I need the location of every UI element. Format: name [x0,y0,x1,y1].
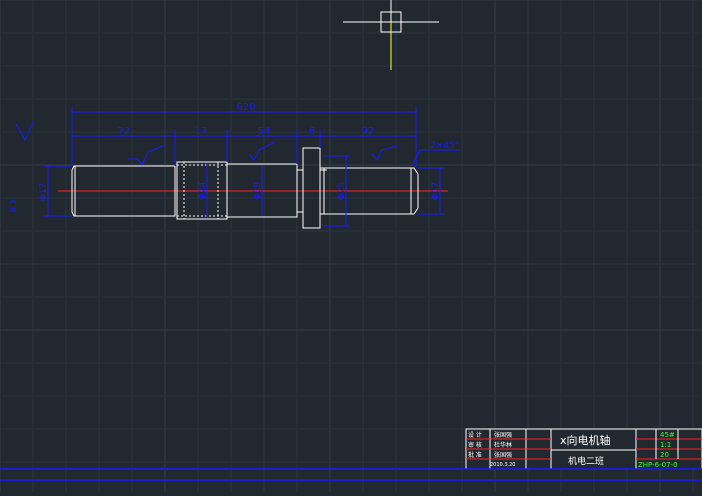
seg3-length-label: 54 [258,126,271,137]
scale-value: 1:1 [660,441,671,449]
class-name: 机电二班 [568,455,604,467]
collar-length-label: 6 [309,126,315,137]
shaft-geometry [71,147,419,229]
value-review: 杜华林 [494,441,512,449]
sheet-value: 20 [660,451,669,459]
material-value: 45# [660,431,675,439]
value-design: 张国强 [494,431,512,439]
part-name: x向电机轴 [560,433,611,447]
title-block: 设 计 审 核 批 准 张国强 杜华林 张国强 2010.3.20 x向电机轴 … [465,428,702,470]
background-grid [0,0,702,492]
seg1-length-label: 72 [118,126,131,137]
seg4-length-label: 92 [362,126,375,137]
label-review: 审 核 [468,441,482,449]
chamfer-label: 2×45° [430,141,459,151]
dia-3-label: Φ19 [253,181,263,200]
dimension-texts: 620 72 17 54 6 92 2×45° Φ17 Φ24 Φ19 Φ25 … [9,102,459,212]
label-approve: 批 准 [468,451,482,459]
value-approve: 张国强 [494,451,512,459]
roughness-left-label: 6.3 [9,200,18,213]
dia-right-label: Φ17 [431,182,441,201]
drawing-frame [0,468,702,481]
crosshair-cursor[interactable] [343,0,439,70]
dia-2-label: Φ24 [198,181,208,200]
label-design: 设 计 [468,431,482,439]
date-value: 2010.3.20 [490,462,515,468]
seg2-length-label: 17 [195,126,208,137]
drawing-number: ZHP-6-07-0 [638,461,678,469]
dia-4-label: Φ25 [337,182,347,201]
dia-left-label: Φ17 [39,183,49,202]
cad-drawing-canvas[interactable]: 620 72 17 54 6 92 2×45° Φ17 Φ24 Φ19 Φ25 … [0,0,702,492]
overall-length-label: 620 [236,102,255,113]
